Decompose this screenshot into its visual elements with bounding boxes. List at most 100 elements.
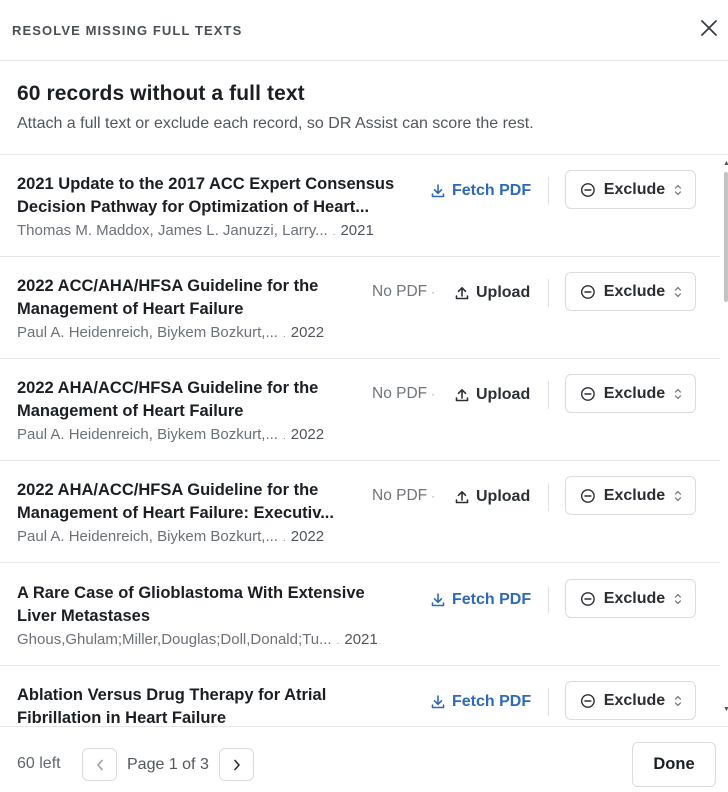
record-title: 2022 ACC/AHA/HFSA Guideline for the Mana… bbox=[17, 277, 319, 318]
no-pdf-status: No PDF · bbox=[372, 283, 436, 300]
exclude-select[interactable]: Exclude bbox=[565, 681, 696, 720]
meta-separator: . bbox=[282, 533, 286, 544]
chevron-up-down-icon bbox=[674, 184, 682, 195]
scroll-down-arrow-icon[interactable]: ▼ bbox=[723, 706, 728, 713]
exclude-select[interactable]: Exclude bbox=[565, 374, 696, 413]
record-title: 2022 AHA/ACC/HFSA Guideline for the Mana… bbox=[17, 481, 334, 522]
record-year: 2021 bbox=[344, 631, 378, 648]
divider bbox=[548, 483, 549, 511]
close-button[interactable] bbox=[694, 13, 724, 43]
list-item: 2022 ACC/AHA/HFSA Guideline for the Mana… bbox=[0, 257, 720, 359]
list-item: 2021 Update to the 2017 ACC Expert Conse… bbox=[0, 155, 720, 257]
dialog-header: RESOLVE MISSING FULL TEXTS bbox=[0, 0, 728, 61]
remaining-count: 60 left bbox=[17, 755, 61, 772]
done-button[interactable]: Done bbox=[632, 742, 716, 787]
record-year: 2021 bbox=[340, 222, 374, 239]
scroll-thumb[interactable] bbox=[724, 172, 728, 302]
chevron-up-down-icon bbox=[674, 593, 682, 604]
fetch-pdf-label: Fetch PDF bbox=[452, 591, 532, 608]
upload-button[interactable]: Upload bbox=[454, 485, 530, 509]
meta-separator: . bbox=[282, 329, 286, 340]
upload-button[interactable]: Upload bbox=[454, 281, 530, 305]
records-list: 2021 Update to the 2017 ACC Expert Conse… bbox=[0, 154, 728, 726]
prev-page-button[interactable] bbox=[82, 748, 117, 781]
record-title: A Rare Case of Glioblastoma With Extensi… bbox=[17, 584, 365, 625]
chevron-left-icon bbox=[96, 759, 103, 770]
exclude-label: Exclude bbox=[603, 486, 666, 504]
download-icon bbox=[431, 184, 445, 198]
upload-icon bbox=[455, 287, 469, 300]
dialog-title: RESOLVE MISSING FULL TEXTS bbox=[12, 23, 243, 38]
records-count-heading: 60 records without a full text bbox=[17, 82, 305, 105]
intro-section: 60 records without a full text Attach a … bbox=[17, 82, 534, 133]
record-title: 2022 AHA/ACC/HFSA Guideline for the Mana… bbox=[17, 379, 319, 420]
record-authors: Paul A. Heidenreich, Biykem Bozkurt,... bbox=[17, 426, 278, 443]
minus-circle-icon bbox=[580, 488, 595, 503]
fetch-pdf-button[interactable]: Fetch PDF bbox=[430, 179, 531, 203]
divider bbox=[548, 279, 549, 307]
no-pdf-label: No PDF bbox=[372, 385, 428, 402]
next-page-button[interactable] bbox=[219, 748, 254, 781]
upload-button[interactable]: Upload bbox=[454, 383, 530, 407]
minus-circle-icon bbox=[580, 284, 595, 299]
exclude-label: Exclude bbox=[603, 282, 666, 300]
upload-label: Upload bbox=[476, 488, 531, 505]
no-pdf-label: No PDF bbox=[372, 283, 428, 300]
divider bbox=[548, 688, 549, 716]
meta-separator: . bbox=[336, 636, 340, 647]
upload-label: Upload bbox=[476, 284, 531, 301]
chevron-up-down-icon bbox=[674, 695, 682, 706]
exclude-label: Exclude bbox=[603, 691, 666, 709]
upload-icon bbox=[455, 491, 469, 504]
exclude-label: Exclude bbox=[603, 589, 666, 607]
record-meta: Paul A. Heidenreich, Biykem Bozkurt,....… bbox=[17, 324, 324, 341]
record-year: 2022 bbox=[290, 426, 325, 443]
close-icon bbox=[701, 20, 717, 36]
minus-circle-icon bbox=[580, 591, 595, 606]
meta-separator: . bbox=[332, 227, 336, 238]
chevron-up-down-icon bbox=[674, 286, 682, 297]
list-item: 2022 AHA/ACC/HFSA Guideline for the Mana… bbox=[0, 359, 720, 461]
fetch-pdf-label: Fetch PDF bbox=[452, 182, 532, 199]
download-icon bbox=[431, 695, 445, 709]
exclude-select[interactable]: Exclude bbox=[565, 476, 696, 515]
exclude-select[interactable]: Exclude bbox=[565, 272, 696, 311]
exclude-label: Exclude bbox=[603, 384, 666, 402]
exclude-select[interactable]: Exclude bbox=[565, 579, 696, 618]
scroll-up-arrow-icon[interactable]: ▲ bbox=[723, 160, 728, 167]
page-indicator: Page 1 of 3 bbox=[127, 756, 209, 773]
record-authors: Paul A. Heidenreich, Biykem Bozkurt,... bbox=[17, 324, 278, 341]
meta-separator: . bbox=[282, 431, 286, 442]
record-year: 2022 bbox=[290, 528, 325, 545]
dialog-footer: 60 left Page 1 of 3 Done bbox=[0, 726, 728, 792]
record-authors: Ghous,Ghulam;Miller,Douglas;Doll,Donald;… bbox=[17, 631, 332, 648]
intro-description: Attach a full text or exclude each recor… bbox=[17, 115, 534, 132]
no-pdf-status: No PDF · bbox=[372, 385, 436, 402]
minus-circle-icon bbox=[580, 693, 595, 708]
exclude-select[interactable]: Exclude bbox=[565, 170, 696, 209]
divider bbox=[548, 177, 549, 205]
record-year: 2022 bbox=[290, 324, 325, 341]
fetch-pdf-button[interactable]: Fetch PDF bbox=[430, 690, 531, 714]
list-item: A Rare Case of Glioblastoma With Extensi… bbox=[0, 564, 720, 666]
list-item: 2022 AHA/ACC/HFSA Guideline for the Mana… bbox=[0, 461, 720, 563]
minus-circle-icon bbox=[580, 386, 595, 401]
record-authors: Thomas M. Maddox, James L. Januzzi, Larr… bbox=[17, 222, 328, 239]
no-pdf-status: No PDF · bbox=[372, 487, 436, 504]
no-pdf-label: No PDF bbox=[372, 487, 428, 504]
minus-circle-icon bbox=[580, 182, 595, 197]
upload-icon bbox=[455, 389, 469, 402]
fetch-pdf-label: Fetch PDF bbox=[452, 693, 532, 710]
chevron-up-down-icon bbox=[674, 490, 682, 501]
divider bbox=[548, 586, 549, 614]
chevron-up-down-icon bbox=[674, 388, 682, 399]
record-title: Ablation Versus Drug Therapy for Atrial … bbox=[17, 686, 327, 726]
divider bbox=[548, 381, 549, 409]
record-meta: Thomas M. Maddox, James L. Januzzi, Larr… bbox=[17, 222, 374, 239]
upload-label: Upload bbox=[476, 386, 531, 403]
record-authors: Paul A. Heidenreich, Biykem Bozkurt,... bbox=[17, 528, 278, 545]
fetch-pdf-button[interactable]: Fetch PDF bbox=[430, 588, 531, 612]
list-scrollbar[interactable]: ▲ ▼ bbox=[722, 160, 728, 726]
record-title: 2021 Update to the 2017 ACC Expert Conse… bbox=[17, 175, 395, 216]
download-icon bbox=[431, 593, 445, 607]
